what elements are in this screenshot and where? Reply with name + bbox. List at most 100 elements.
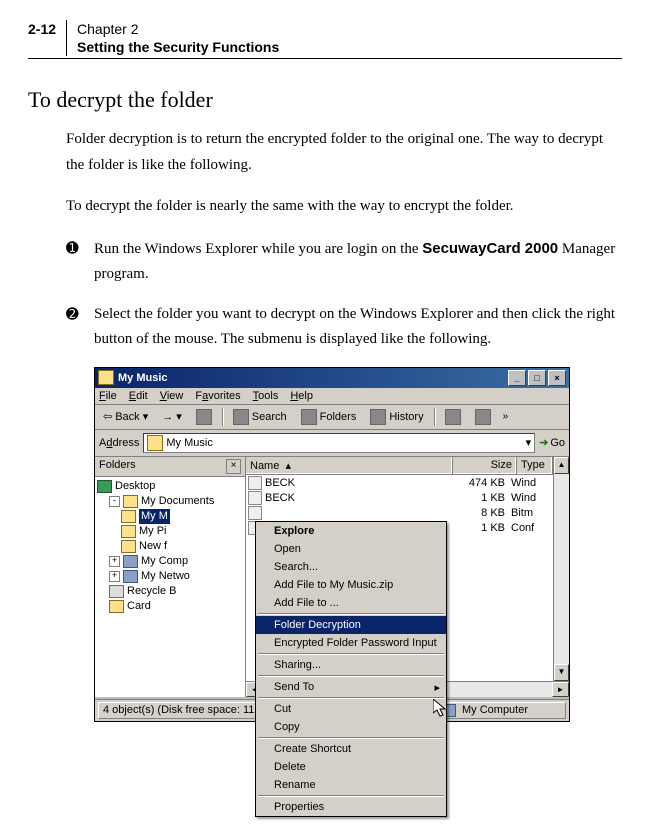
file-row[interactable]: BECK1 KBWind [246, 491, 553, 506]
menu-item[interactable]: Add File to ... [256, 594, 446, 612]
folders-pane-close[interactable]: × [226, 459, 241, 474]
search-button[interactable]: Search [229, 408, 291, 426]
context-menu[interactable]: ExploreOpenSearch...Add File to My Music… [255, 521, 447, 817]
menu-item[interactable]: Delete [256, 758, 446, 776]
tree-card[interactable]: Card [127, 599, 151, 614]
chapter-subtitle: Setting the Security Functions [77, 38, 279, 56]
menu-item[interactable]: Rename [256, 776, 446, 794]
search-icon [233, 409, 249, 425]
col-size[interactable]: Size [453, 457, 517, 474]
step-2-text: Select the folder you want to decrypt on… [94, 302, 622, 353]
window-titlebar[interactable]: My Music _ □ × [95, 368, 569, 388]
folder-icon [147, 435, 163, 451]
menu-item[interactable]: Copy [256, 718, 446, 736]
chapter-name: Chapter 2 [77, 20, 279, 38]
menu-item[interactable]: Search... [256, 558, 446, 576]
menu-item[interactable]: Open [256, 540, 446, 558]
folders-button[interactable]: Folders [297, 408, 361, 426]
menu-edit[interactable]: Edit [129, 390, 148, 402]
folder-icon [121, 540, 136, 553]
history-label: History [389, 411, 423, 423]
folder-icon [121, 510, 136, 523]
file-icon [248, 491, 262, 505]
tree-my-computer[interactable]: My Comp [141, 554, 188, 569]
file-row[interactable]: BECK474 KBWind [246, 476, 553, 491]
file-row[interactable]: 8 KBBitm [246, 506, 553, 521]
address-bar: Address My Music ▾ ➔Go [95, 430, 569, 457]
minimize-button[interactable]: _ [508, 370, 526, 386]
file-size: 1 KB [450, 491, 511, 506]
address-value: My Music [166, 437, 212, 449]
history-button[interactable]: History [366, 408, 427, 426]
tree-new-folder[interactable]: New f [139, 539, 167, 554]
back-button[interactable]: ⇦ Back ▾ [99, 409, 152, 424]
desktop-icon [97, 480, 112, 493]
file-name: BECK [265, 491, 295, 506]
up-button[interactable] [192, 408, 216, 426]
menu-item[interactable]: Create Shortcut [256, 740, 446, 758]
tree-my-documents[interactable]: My Documents [141, 494, 214, 509]
step-2: ➋ Select the folder you want to decrypt … [66, 302, 622, 353]
menu-item[interactable]: Encrypted Folder Password Input [256, 634, 446, 652]
recycle-icon [109, 585, 124, 598]
col-name[interactable]: Name ▴ [246, 457, 453, 474]
go-button[interactable]: ➔Go [539, 436, 565, 449]
menu-help[interactable]: Help [290, 390, 313, 402]
folders-pane-title: Folders [99, 459, 136, 474]
scroll-right-button[interactable]: ► [552, 682, 569, 697]
file-type: Wind [511, 476, 551, 491]
menu-item[interactable]: Explore [256, 522, 446, 540]
section-title: To decrypt the folder [28, 87, 622, 113]
tree-my-network[interactable]: My Netwo [141, 569, 190, 584]
toolbar-overflow[interactable]: » [501, 411, 511, 422]
go-label: Go [550, 437, 565, 449]
menu-file[interactable]: File [99, 390, 117, 402]
forward-button[interactable]: → ▾ [158, 409, 186, 424]
step-1: ➊ Run the Windows Explorer while you are… [66, 236, 622, 288]
window-title: My Music [118, 372, 168, 384]
scroll-up-button[interactable]: ▲ [554, 457, 569, 474]
menu-item[interactable]: Properties [256, 798, 446, 816]
tree-my-music[interactable]: My M [139, 509, 170, 524]
history-icon [370, 409, 386, 425]
status-location: My Computer [436, 702, 566, 719]
tree-recycle-bin[interactable]: Recycle B [127, 584, 177, 599]
address-label: Address [99, 437, 139, 449]
vertical-scrollbar[interactable]: ▲ ▼ [553, 457, 569, 681]
menu-item[interactable]: Sharing... [256, 656, 446, 674]
scroll-down-button[interactable]: ▼ [554, 664, 569, 681]
file-size: 1 KB [450, 521, 511, 536]
tool-extra-2[interactable] [471, 408, 495, 426]
menu-item[interactable]: Cut [256, 700, 446, 718]
column-headers[interactable]: Name ▴ Size Type [246, 457, 553, 475]
up-icon [196, 409, 212, 425]
tree-desktop[interactable]: Desktop [115, 479, 155, 494]
close-button[interactable]: × [548, 370, 566, 386]
tree-my-pictures[interactable]: My Pi [139, 524, 167, 539]
collapse-icon[interactable]: - [109, 496, 120, 507]
menu-view[interactable]: View [160, 390, 184, 402]
search-label: Search [252, 411, 287, 423]
folder-tree[interactable]: Desktop - My Documents My M My Pi New f +… [95, 477, 245, 616]
menu-item[interactable]: Add File to My Music.zip [256, 576, 446, 594]
menu-favorites[interactable]: Favorites [195, 390, 240, 402]
extra-icon-1 [445, 409, 461, 425]
menu-bar: File Edit View Favorites Tools Help [95, 388, 569, 405]
paragraph-1: Folder decryption is to return the encry… [66, 127, 622, 178]
menu-item[interactable]: Folder Decryption [256, 616, 446, 634]
expand-icon[interactable]: + [109, 556, 120, 567]
tool-extra-1[interactable] [441, 408, 465, 426]
address-input[interactable]: My Music ▾ [143, 433, 535, 453]
expand-icon[interactable]: + [109, 571, 120, 582]
menu-tools[interactable]: Tools [253, 390, 279, 402]
file-name: BECK [265, 476, 295, 491]
col-type[interactable]: Type [517, 457, 553, 474]
folder-icon [121, 525, 136, 538]
col-name-label: Name [250, 460, 279, 472]
step-1-text-a: Run the Windows Explorer while you are l… [94, 241, 422, 257]
step-1-number: ➊ [66, 236, 94, 288]
folders-icon [301, 409, 317, 425]
maximize-button[interactable]: □ [528, 370, 546, 386]
file-type: Conf [511, 521, 551, 536]
menu-item[interactable]: Send To▸ [256, 678, 446, 696]
